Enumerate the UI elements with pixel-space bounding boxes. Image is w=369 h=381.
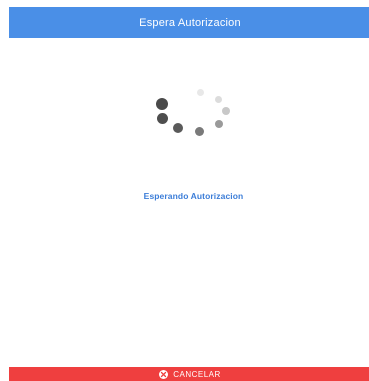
spinner-dot (156, 98, 168, 110)
spinner-dot (215, 96, 222, 103)
app-header: Espera Autorizacion (9, 7, 369, 38)
cancel-button[interactable]: CANCELAR (9, 367, 369, 381)
spinner-dot (157, 113, 168, 124)
authorization-wait-screen: Espera Autorizacion Esperando Autorizaci… (0, 0, 369, 381)
cancel-button-label: CANCELAR (173, 369, 221, 379)
header-title: Espera Autorizacion (139, 16, 241, 29)
status-message: Esperando Autorizacion (143, 191, 244, 201)
spinner-dot (215, 120, 223, 128)
close-circle-icon (159, 369, 169, 379)
spinner-dot (197, 89, 204, 96)
spinner-dot (195, 127, 204, 136)
spinner-dot (222, 107, 230, 115)
spinner-dot (173, 123, 183, 133)
